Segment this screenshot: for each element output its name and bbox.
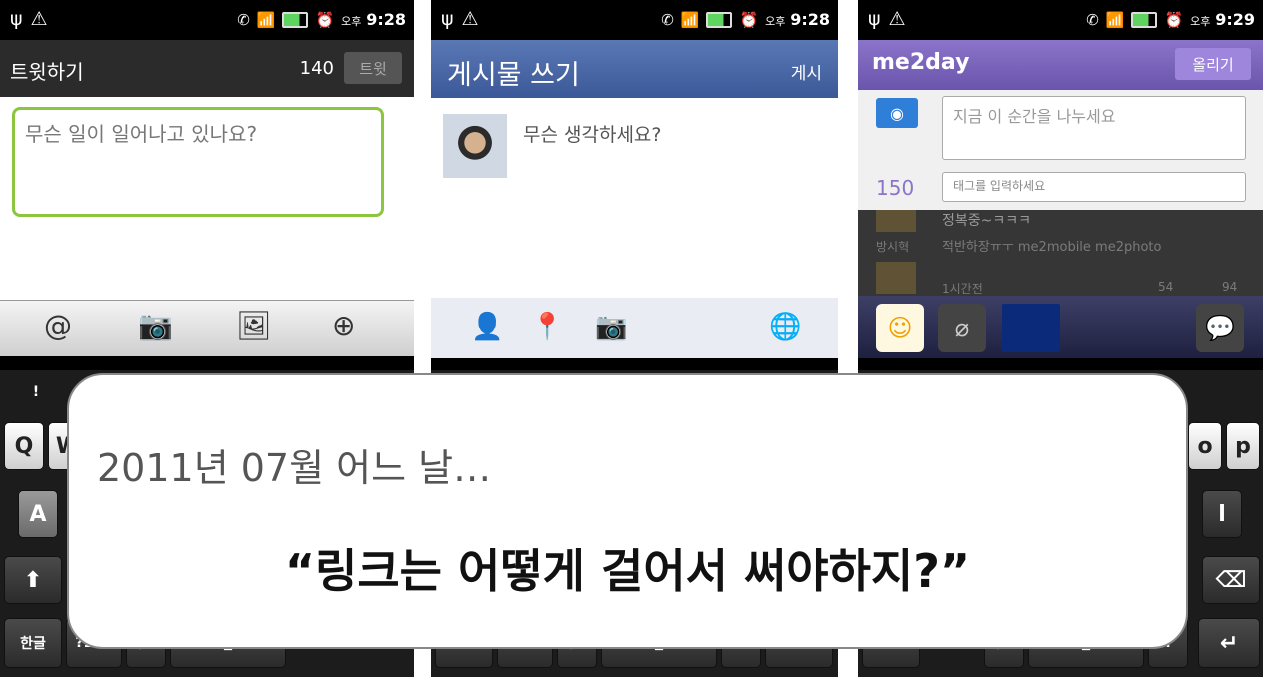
ampm: 오후 [765, 15, 786, 28]
location-off-icon[interactable]: ⌀ [938, 304, 986, 352]
feed-list: 정복중~ㅋㅋㅋ 방시혁 적반하장ㅠㅜ me2mobile me2photo 1시… [858, 210, 1263, 296]
tag-friend-icon[interactable]: 👤 [471, 312, 503, 342]
wifi-icon: 📶 [680, 10, 700, 29]
attachment-toolbar: 👤 📍 📷 🌐 [431, 298, 838, 358]
alarm-icon: ⏰ [315, 10, 335, 29]
title-bar: me2day 올리기 [858, 40, 1263, 90]
alarm-icon: ⏰ [1164, 10, 1184, 29]
feed-time: 1시간전 [942, 282, 983, 296]
key-p[interactable]: p [1226, 422, 1260, 470]
shift-key[interactable]: ⬆ [4, 556, 62, 604]
vibrate-icon: ✆ [237, 10, 250, 29]
backspace-key[interactable]: ⌫ [1202, 556, 1260, 604]
avatar [443, 114, 507, 178]
attachment-toolbar: @ 📷 🖼 ⊕ [0, 300, 414, 356]
page-title: 트윗하기 [10, 60, 84, 84]
key-exclaim[interactable]: ! [24, 374, 48, 410]
status-bar: ψ⚠ ✆ 📶 ⏰ 오후 9:29 [858, 0, 1263, 40]
feed-thumbnail [876, 262, 916, 294]
like-count: 54 [1158, 280, 1174, 294]
location-pin-icon[interactable]: 📍 [531, 312, 563, 342]
key-o[interactable]: o [1188, 422, 1222, 470]
action-bar: ☺ ⌀ 💬 [858, 296, 1263, 358]
at-icon[interactable]: @ [44, 309, 72, 342]
usb-warning-icons: ψ⚠ [10, 8, 56, 30]
camera-icon[interactable]: 📷 [595, 312, 627, 342]
key-a[interactable]: A [18, 490, 58, 538]
callout-subtitle: 2011년 07월 어느 날… [97, 446, 492, 490]
char-counter: 140 [299, 58, 334, 79]
status-bar: ψ⚠ ✆ 📶 ⏰ 오후 9:28 [0, 0, 414, 40]
upload-button[interactable]: 올리기 [1175, 48, 1251, 80]
ampm: 오후 [1190, 15, 1211, 28]
title-bar: 게시물 쓰기 게시 [431, 40, 838, 98]
me2day-logo: me2day [872, 50, 970, 75]
clock: 9:29 [1215, 10, 1255, 29]
battery-icon [1131, 11, 1158, 28]
selected-tab[interactable] [1002, 304, 1060, 352]
wifi-icon: 📶 [1105, 10, 1125, 29]
status-bar: ψ⚠ ✆ 📶 ⏰ 오후 9:28 [431, 0, 838, 40]
page-title: 게시물 쓰기 [447, 60, 580, 91]
comment-off-icon[interactable]: 💬 [1196, 304, 1244, 352]
globe-icon[interactable]: 🌐 [769, 312, 801, 342]
callout-bubble: 2011년 07월 어느 날… “링크는 어떻게 걸어서 써야하지?” [67, 373, 1188, 649]
vibrate-icon: ✆ [661, 10, 674, 29]
compose-area: 무슨 생각하세요? [431, 98, 838, 300]
post-input[interactable]: 지금 이 순간을 나누세요 [942, 96, 1246, 160]
tweet-input[interactable]: 무슨 일이 일어나고 있나요? [12, 107, 384, 217]
callout-headline: “링크는 어떻게 걸어서 써야하지?” [284, 544, 971, 598]
clock: 9:28 [366, 10, 406, 29]
key-q[interactable]: Q [4, 422, 44, 470]
feed-line: 정복중~ㅋㅋㅋ [942, 213, 1032, 229]
camera-icon[interactable]: 📷 [138, 309, 173, 342]
vibrate-icon: ✆ [1086, 10, 1099, 29]
clock: 9:28 [790, 10, 830, 29]
usb-warning-icons: ψ⚠ [441, 8, 487, 30]
feed-thumbnail [876, 210, 916, 232]
feed-line: 적반하장ㅠㅜ me2mobile me2photo [942, 240, 1162, 255]
enter-key[interactable]: ↵ [1198, 618, 1260, 668]
char-counter: 150 [876, 176, 915, 200]
location-icon[interactable]: ⊕ [332, 309, 355, 342]
compose-area: 무슨 일이 일어나고 있나요? [0, 97, 414, 300]
usb-warning-icons: ψ⚠ [868, 8, 914, 30]
feed-user: 방시혁 [876, 240, 910, 254]
title-bar: 트윗하기 140 트윗 [0, 40, 414, 97]
hangul-key[interactable]: 한글 [4, 618, 62, 668]
alarm-icon: ⏰ [739, 10, 759, 29]
camera-icon[interactable]: ◉ [876, 98, 918, 128]
battery-icon [282, 11, 309, 28]
key-l[interactable]: l [1202, 490, 1242, 538]
status-input[interactable]: 무슨 생각하세요? [523, 120, 662, 147]
battery-icon [706, 11, 733, 28]
post-button[interactable]: 게시 [785, 58, 828, 85]
wifi-icon: 📶 [256, 10, 276, 29]
compose-area: ◉ 지금 이 순간을 나누세요 150 태그를 입력하세요 [858, 90, 1263, 210]
tag-input[interactable]: 태그를 입력하세요 [942, 172, 1246, 202]
tweet-button[interactable]: 트윗 [344, 52, 402, 84]
emoticon-icon[interactable]: ☺ [876, 304, 924, 352]
ampm: 오후 [341, 15, 362, 28]
comment-count: 94 [1222, 280, 1238, 294]
gallery-icon[interactable]: 🖼 [236, 309, 272, 342]
